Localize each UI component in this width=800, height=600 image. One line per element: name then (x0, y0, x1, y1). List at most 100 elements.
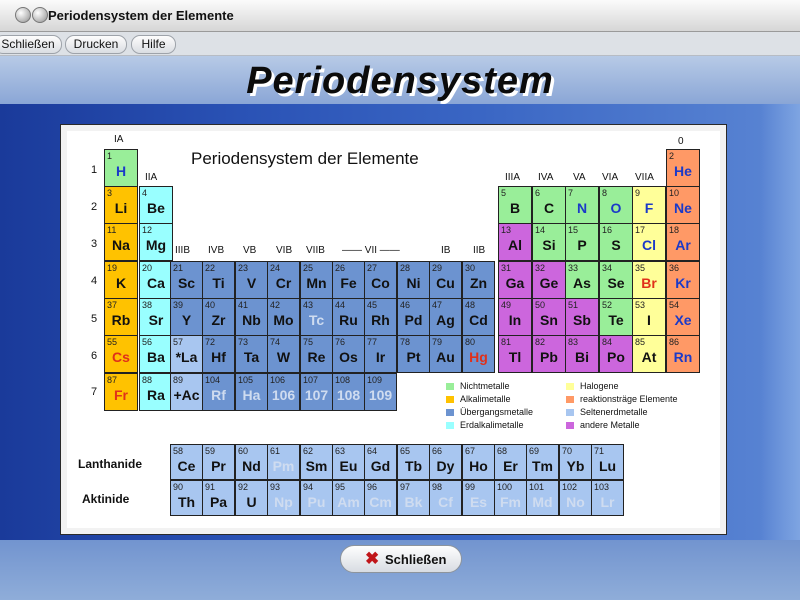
element-cell-es[interactable]: 99 Es (462, 480, 495, 516)
element-cell-c[interactable]: 6C (532, 186, 566, 224)
element-cell-pa[interactable]: 91 Pa (202, 480, 235, 516)
element-cell-ru[interactable]: 44 Ru (332, 298, 365, 336)
element-cell-ac[interactable]: 89 +Ac (170, 373, 203, 411)
element-cell-eu[interactable]: 63 Eu (332, 444, 365, 480)
element-cell-sm[interactable]: 62 Sm (300, 444, 333, 480)
element-cell-tl[interactable]: 81 Tl (498, 335, 532, 373)
close-button[interactable]: ✖ Schließen (340, 545, 462, 573)
element-cell-p[interactable]: 15 P (565, 223, 599, 261)
element-cell-rn[interactable]: 86 Rn (666, 335, 700, 373)
element-cell-b[interactable]: 5B (498, 186, 532, 224)
element-cell-be[interactable]: 4 Be (139, 186, 173, 224)
element-cell-w[interactable]: 74 W (267, 335, 300, 373)
element-cell-i[interactable]: 53 I (632, 298, 666, 336)
element-cell-rb[interactable]: 37 Rb (104, 298, 138, 336)
element-cell-sc[interactable]: 21 Sc (170, 261, 203, 299)
element-cell-lu[interactable]: 71 Lu (591, 444, 624, 480)
element-cell-mo[interactable]: 42 Mo (267, 298, 300, 336)
element-cell-ce[interactable]: 58 Ce (170, 444, 203, 480)
element-cell-la[interactable]: 57 *La (170, 335, 203, 373)
element-cell-hg[interactable]: 80 Hg (462, 335, 495, 373)
element-cell-al[interactable]: 13 Al (498, 223, 532, 261)
element-cell-co[interactable]: 27 Co (364, 261, 397, 299)
element-cell-ca[interactable]: 20 Ca (139, 261, 173, 299)
element-cell-xe[interactable]: 54 Xe (666, 298, 700, 336)
element-cell-cd[interactable]: 48 Cd (462, 298, 495, 336)
element-cell-am[interactable]: 95 Am (332, 480, 365, 516)
element-cell-rh[interactable]: 45 Rh (364, 298, 397, 336)
element-cell-lr[interactable]: 103 Lr (591, 480, 624, 516)
element-cell-fe[interactable]: 26 Fe (332, 261, 365, 299)
element-cell-106[interactable]: 106 106 (267, 373, 300, 411)
element-cell-pr[interactable]: 59 Pr (202, 444, 235, 480)
element-cell-yb[interactable]: 70 Yb (559, 444, 592, 480)
element-cell-k[interactable]: 19 K (104, 261, 138, 299)
element-cell-s[interactable]: 16 S (599, 223, 633, 261)
element-cell-u[interactable]: 92 U (235, 480, 268, 516)
menu-close-button[interactable]: Schließen (0, 35, 62, 54)
element-cell-at[interactable]: 85 At (632, 335, 666, 373)
element-cell-fr[interactable]: 87 Fr (104, 373, 138, 411)
element-cell-bi[interactable]: 83 Bi (565, 335, 599, 373)
element-cell-tm[interactable]: 69 Tm (526, 444, 559, 480)
element-cell-h[interactable]: 1H (104, 149, 138, 187)
element-cell-fm[interactable]: 100 Fm (494, 480, 527, 516)
element-cell-mg[interactable]: 12 Mg (139, 223, 173, 261)
element-cell-as[interactable]: 33 As (565, 261, 599, 299)
element-cell-nd[interactable]: 60 Nd (235, 444, 268, 480)
window-circle-icon[interactable] (15, 7, 31, 23)
element-cell-au[interactable]: 79 Au (429, 335, 462, 373)
element-cell-np[interactable]: 93 Np (267, 480, 300, 516)
element-cell-si[interactable]: 14 Si (532, 223, 566, 261)
element-cell-n[interactable]: 7N (565, 186, 599, 224)
window-circle-icon[interactable] (32, 7, 48, 23)
element-cell-rf[interactable]: 104 Rf (202, 373, 235, 411)
element-cell-sr[interactable]: 38 Sr (139, 298, 173, 336)
element-cell-ta[interactable]: 73 Ta (235, 335, 268, 373)
element-cell-hf[interactable]: 72 Hf (202, 335, 235, 373)
element-cell-re[interactable]: 75 Re (300, 335, 333, 373)
element-cell-tc[interactable]: 43 Tc (300, 298, 333, 336)
element-cell-cl[interactable]: 17 Cl (632, 223, 666, 261)
element-cell-pd[interactable]: 46 Pd (397, 298, 430, 336)
element-cell-ne[interactable]: 10 Ne (666, 186, 700, 224)
element-cell-ir[interactable]: 77 Ir (364, 335, 397, 373)
element-cell-cm[interactable]: 96 Cm (364, 480, 397, 516)
element-cell-tb[interactable]: 65 Tb (397, 444, 430, 480)
element-cell-o[interactable]: 8O (599, 186, 633, 224)
menu-print-button[interactable]: Drucken (65, 35, 127, 54)
element-cell-po[interactable]: 84 Po (599, 335, 633, 373)
element-cell-th[interactable]: 90 Th (170, 480, 203, 516)
element-cell-cu[interactable]: 29 Cu (429, 261, 462, 299)
element-cell-ho[interactable]: 67 Ho (462, 444, 495, 480)
element-cell-v[interactable]: 23 V (235, 261, 268, 299)
element-cell-md[interactable]: 101 Md (526, 480, 559, 516)
element-cell-er[interactable]: 68 Er (494, 444, 527, 480)
element-cell-cs[interactable]: 55 Cs (104, 335, 138, 373)
element-cell-pt[interactable]: 78 Pt (397, 335, 430, 373)
element-cell-ar[interactable]: 18 Ar (666, 223, 700, 261)
menu-help-button[interactable]: Hilfe (131, 35, 176, 54)
element-cell-no[interactable]: 102 No (559, 480, 592, 516)
element-cell-ag[interactable]: 47 Ag (429, 298, 462, 336)
element-cell-ha[interactable]: 105 Ha (235, 373, 268, 411)
element-cell-ra[interactable]: 88 Ra (139, 373, 173, 411)
element-cell-pb[interactable]: 82 Pb (532, 335, 566, 373)
element-cell-107[interactable]: 107 107 (300, 373, 333, 411)
element-cell-os[interactable]: 76 Os (332, 335, 365, 373)
element-cell-br[interactable]: 35 Br (632, 261, 666, 299)
element-cell-in[interactable]: 49 In (498, 298, 532, 336)
element-cell-se[interactable]: 34 Se (599, 261, 633, 299)
element-cell-sn[interactable]: 50 Sn (532, 298, 566, 336)
element-cell-nb[interactable]: 41 Nb (235, 298, 268, 336)
element-cell-zn[interactable]: 30 Zn (462, 261, 495, 299)
element-cell-te[interactable]: 52 Te (599, 298, 633, 336)
element-cell-109[interactable]: 109 109 (364, 373, 397, 411)
element-cell-f[interactable]: 9F (632, 186, 666, 224)
element-cell-bk[interactable]: 97 Bk (397, 480, 430, 516)
element-cell-he[interactable]: 2 He (666, 149, 700, 187)
element-cell-zr[interactable]: 40 Zr (202, 298, 235, 336)
element-cell-ba[interactable]: 56 Ba (139, 335, 173, 373)
element-cell-pm[interactable]: 61 Pm (267, 444, 300, 480)
element-cell-sb[interactable]: 51 Sb (565, 298, 599, 336)
